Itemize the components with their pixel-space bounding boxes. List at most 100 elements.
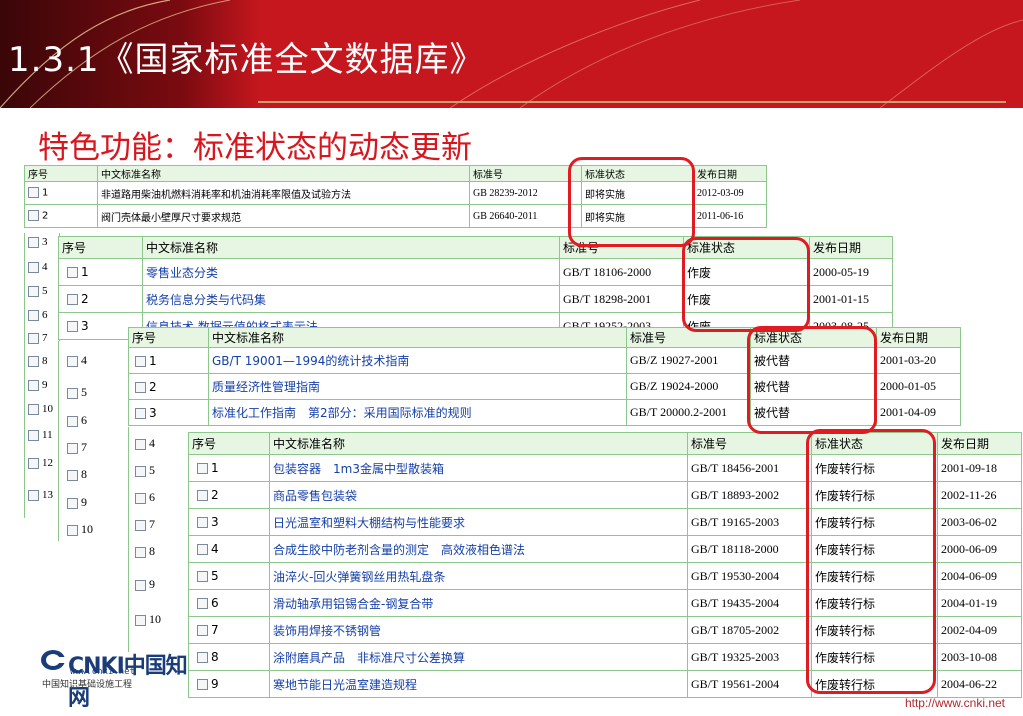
standard-name[interactable]: 日光温室和塑料大棚结构与性能要求	[269, 508, 688, 536]
standard-name[interactable]: 滑动轴承用铝锡合金-钢复合带	[269, 589, 688, 617]
row-checkbox[interactable]	[67, 415, 78, 427]
row-number: 13	[42, 489, 53, 501]
table-row[interactable]: 3 标准化工作指南 第2部分：采用国际标准的规则 GB/T 20000.2-20…	[128, 399, 961, 426]
row-checkbox[interactable]	[135, 546, 146, 558]
row-checkbox[interactable]	[197, 598, 208, 609]
row-checkbox[interactable]	[67, 267, 78, 278]
row-checkbox[interactable]	[135, 407, 146, 419]
row-checkbox[interactable]	[28, 489, 39, 501]
publish-date: 2001-03-20	[876, 347, 961, 374]
row-checkbox[interactable]	[135, 519, 146, 531]
table-row[interactable]: 2 质量经济性管理指南 GB/Z 19024-2000 被代替 2000-01-…	[128, 373, 961, 400]
row-checkbox[interactable]	[28, 236, 39, 248]
row-checkbox[interactable]	[28, 187, 39, 199]
row-checkbox[interactable]	[28, 403, 39, 415]
row-number: 10	[149, 612, 161, 626]
publish-date: 2004-06-22	[937, 670, 1022, 698]
standard-name[interactable]: GB/T 19001—1994的统计技术指南	[208, 347, 627, 374]
row-checkbox[interactable]	[135, 614, 146, 626]
col-header-num: 序号	[128, 327, 209, 348]
row-checkbox[interactable]	[28, 429, 39, 441]
table-row[interactable]: 4 合成生胶中防老剂含量的测定 高效液相色谱法 GB/T 18118-2000 作废转…	[188, 535, 1022, 563]
row-checkbox[interactable]	[135, 579, 146, 591]
table-row[interactable]: 2 阀门壳体最小壁厚尺寸要求规范 GB 26640-2011 即将实施 2011…	[24, 204, 767, 228]
row-checkbox[interactable]	[28, 285, 39, 297]
row-number: 7	[81, 440, 87, 454]
slide-header: 1.3.1《国家标准全文数据库》	[0, 0, 1023, 108]
standard-name[interactable]: 税务信息分类与代码集	[142, 285, 560, 313]
table-row[interactable]: 8 涂附磨具产品 非标准尺寸公差换算 GB/T 19325-2003 作废转行标 200…	[188, 643, 1022, 671]
row-checkbox[interactable]	[67, 387, 78, 399]
row-number: 7	[42, 332, 48, 344]
row-checkbox[interactable]	[67, 355, 78, 367]
table-row[interactable]: 1 零售业态分类 GB/T 18106-2000 作废 2000-05-19	[58, 258, 893, 286]
standard-name[interactable]: 商品零售包装袋	[269, 481, 688, 509]
row-checkbox[interactable]	[197, 679, 208, 690]
row-checkbox[interactable]	[28, 332, 39, 344]
table-row[interactable]: 1 包装容器 1m3金属中型散装箱 GB/T 18456-2001 作废转行标 2001…	[188, 454, 1022, 482]
standard-name[interactable]: 标准化工作指南 第2部分：采用国际标准的规则	[208, 399, 627, 426]
table-row[interactable]: 2 税务信息分类与代码集 GB/T 18298-2001 作废 2001-01-…	[58, 285, 893, 313]
row-checkbox[interactable]	[135, 381, 146, 393]
row-checkbox[interactable]	[197, 625, 208, 636]
row-number: 1	[211, 461, 219, 475]
standard-status: 即将实施	[581, 204, 694, 228]
publish-date: 2002-11-26	[937, 481, 1022, 509]
standard-name[interactable]: 涂附磨具产品 非标准尺寸公差换算	[269, 643, 688, 671]
row-checkbox[interactable]	[135, 355, 146, 367]
standard-name[interactable]: 寒地节能日光温室建造规程	[269, 670, 688, 698]
table-row[interactable]: 2 商品零售包装袋 GB/T 18893-2002 作废转行标 2002-11-26	[188, 481, 1022, 509]
row-checkbox[interactable]	[135, 492, 146, 504]
row-checkbox[interactable]	[28, 457, 39, 469]
standard-status: 作废转行标	[811, 535, 938, 563]
standard-name[interactable]: 油淬火-回火弹簧钢丝用热轧盘条	[269, 562, 688, 590]
row-checkbox[interactable]	[197, 571, 208, 582]
row-checkbox[interactable]	[28, 379, 39, 391]
row-checkbox[interactable]	[28, 261, 39, 273]
row-checkbox[interactable]	[197, 517, 208, 528]
row-checkbox[interactable]	[67, 294, 78, 305]
row-checkbox[interactable]	[28, 355, 39, 367]
row-checkbox[interactable]	[28, 210, 39, 222]
table-row[interactable]: 1 非道路用柴油机燃料消耗率和机油消耗率限值及试验方法 GB 28239-201…	[24, 181, 767, 205]
table-row[interactable]: 6 滑动轴承用铝锡合金-钢复合带 GB/T 19435-2004 作废转行标 2004-…	[188, 589, 1022, 617]
standard-name[interactable]: 质量经济性管理指南	[208, 373, 627, 400]
footer-url[interactable]: http://www.cnki.net	[905, 696, 1005, 710]
standard-name[interactable]: 装饰用焊接不锈钢管	[269, 616, 688, 644]
row-checkbox[interactable]	[67, 469, 78, 481]
table-row[interactable]: 1 GB/T 19001—1994的统计技术指南 GB/Z 19027-2001…	[128, 347, 961, 374]
standards-table-obsolete: 序号 中文标准名称 标准号 标准状态 发布日期 1 零售业态分类 GB/T 18…	[58, 236, 893, 340]
row-checkbox[interactable]	[197, 490, 208, 501]
row-checkbox[interactable]	[28, 309, 39, 321]
standard-status: 作废转行标	[811, 481, 938, 509]
row-checkbox[interactable]	[197, 652, 208, 663]
table-row[interactable]: 5 油淬火-回火弹簧钢丝用热轧盘条 GB/T 19530-2004 作废转行标 2004…	[188, 562, 1022, 590]
row-checkbox[interactable]	[197, 463, 208, 474]
row-number: 1	[149, 353, 157, 368]
row-checkbox[interactable]	[67, 497, 78, 509]
row-number: 5	[42, 285, 48, 297]
standard-code: GB/T 20000.2-2001	[626, 399, 751, 426]
row-checkbox[interactable]	[135, 465, 146, 477]
row-number: 4	[211, 542, 219, 556]
publish-date: 2004-06-09	[937, 562, 1022, 590]
row-checkbox[interactable]	[67, 321, 78, 332]
row-checkbox[interactable]	[197, 544, 208, 555]
table-row[interactable]: 7 装饰用焊接不锈钢管 GB/T 18705-2002 作废转行标 2002-04-09	[188, 616, 1022, 644]
standard-name[interactable]: 阀门壳体最小壁厚尺寸要求规范	[97, 204, 470, 228]
publish-date: 2011-06-16	[693, 204, 767, 228]
standards-table-upcoming: 序号 中文标准名称 标准号 标准状态 发布日期 1 非道路用柴油机燃料消耗率和机…	[24, 165, 767, 228]
row-checkbox[interactable]	[135, 438, 146, 450]
standard-name[interactable]: 包装容器 1m3金属中型散装箱	[269, 454, 688, 482]
row-number: 3	[149, 405, 157, 420]
table-row[interactable]: 3 日光温室和塑料大棚结构与性能要求 GB/T 19165-2003 作废转行标 200…	[188, 508, 1022, 536]
col-header-date: 发布日期	[876, 327, 961, 348]
row-checkbox[interactable]	[67, 524, 78, 536]
standard-name[interactable]: 非道路用柴油机燃料消耗率和机油消耗率限值及试验方法	[97, 181, 470, 205]
row-number: 8	[42, 355, 48, 367]
standard-name[interactable]: 零售业态分类	[142, 258, 560, 286]
standard-status: 作废转行标	[811, 508, 938, 536]
row-checkbox[interactable]	[67, 442, 78, 454]
standard-name[interactable]: 合成生胶中防老剂含量的测定 高效液相色谱法	[269, 535, 688, 563]
table-row[interactable]: 9 寒地节能日光温室建造规程 GB/T 19561-2004 作废转行标 2004-06…	[188, 670, 1022, 698]
